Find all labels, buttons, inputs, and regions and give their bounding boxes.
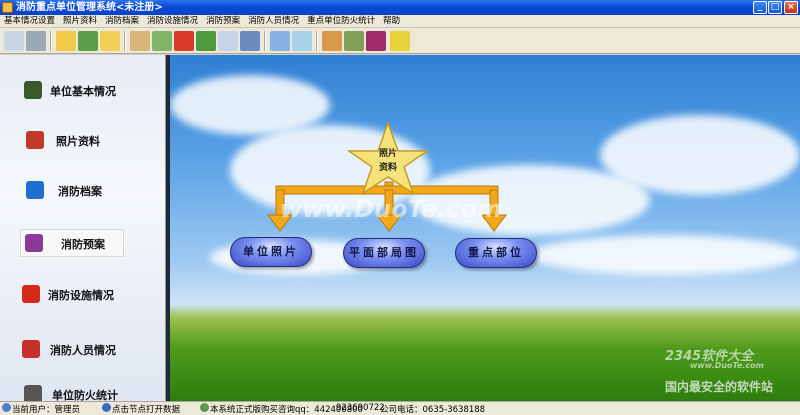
- status-bar: 当前用户：管理员 点击节点打开数据 本系统正式版购买咨询qq：442400800…: [0, 401, 800, 415]
- calculator-icon[interactable]: [344, 31, 364, 51]
- sidebar-item-label: 单位基本情况: [50, 85, 116, 98]
- sidebar-item-photos[interactable]: 照片资料: [0, 127, 165, 155]
- root-node-line2: 资料: [379, 161, 397, 173]
- book-icon[interactable]: [78, 31, 98, 51]
- runner-icon[interactable]: [390, 31, 410, 51]
- folder-icon[interactable]: [56, 31, 76, 51]
- picture-icon[interactable]: [322, 31, 342, 51]
- sidebar-item-archives[interactable]: 消防档案: [0, 177, 165, 205]
- info-icon: [102, 403, 111, 412]
- rescue-icon[interactable]: [152, 31, 172, 51]
- menu-basic-settings[interactable]: 基本情况设置: [0, 15, 59, 27]
- node-key-areas[interactable]: 重点部位: [455, 238, 537, 268]
- notebook-icon[interactable]: [196, 31, 216, 51]
- menu-facilities[interactable]: 消防设施情况: [143, 15, 202, 27]
- status-hint: 点击节点打开数据: [112, 405, 181, 415]
- app-icon: [2, 2, 13, 13]
- print-icon[interactable]: [26, 31, 46, 51]
- toolbar-separator: [124, 31, 126, 51]
- certificate-icon[interactable]: [130, 31, 150, 51]
- watermark-duote: www.DuoTe.com: [280, 195, 502, 223]
- plan-icon: [25, 234, 43, 252]
- sidebar-item-unit-info[interactable]: 单位基本情况: [0, 77, 165, 105]
- root-node-line1: 照片: [379, 147, 397, 159]
- unit-info-icon: [24, 81, 42, 99]
- node-unit-photos[interactable]: 单位照片: [230, 237, 312, 267]
- toolbar-separator: [50, 31, 52, 51]
- menu-photos[interactable]: 照片资料: [59, 15, 101, 27]
- window-title: 消防重点单位管理系统<未注册>: [16, 2, 163, 13]
- toolbar-separator: [264, 31, 266, 51]
- status-phone: 公司电话：0635-3638188: [380, 405, 486, 415]
- maximize-button[interactable]: □: [768, 1, 782, 14]
- search-doc-icon[interactable]: [218, 31, 238, 51]
- minimize-button[interactable]: _: [753, 1, 767, 14]
- sidebar-item-label: 消防设施情况: [48, 289, 114, 302]
- firefighter-icon: [22, 340, 40, 358]
- sidebar-item-label: 消防档案: [58, 185, 102, 198]
- book-red-icon[interactable]: [366, 31, 386, 51]
- toolbar-separator: [316, 31, 318, 51]
- sidebar-item-label: 消防预案: [61, 238, 105, 251]
- menu-bar: 基本情况设置 照片资料 消防档案 消防设施情况 消防预案 消防人员情况 重点单位…: [0, 15, 800, 28]
- sidebar-item-label: 单位防火统计: [52, 389, 118, 401]
- main-canvas: 照片 资料 单位照片 平面部局图 重点部位 www.DuoTe.com 2345…: [170, 55, 800, 401]
- menu-help[interactable]: 帮助: [379, 15, 404, 27]
- umbrella-icon[interactable]: [174, 31, 194, 51]
- archive-icon: [26, 181, 44, 199]
- user-icon: [2, 403, 11, 412]
- brush-icon[interactable]: [240, 31, 260, 51]
- sidebar-item-plans[interactable]: 消防预案: [20, 229, 124, 257]
- sidebar-item-personnel[interactable]: 消防人员情况: [0, 336, 165, 364]
- menu-plans[interactable]: 消防预案: [202, 15, 244, 27]
- status-qq2: 923690722: [336, 403, 385, 413]
- menu-archives[interactable]: 消防档案: [101, 15, 143, 27]
- qq-icon: [200, 403, 209, 412]
- extinguisher-icon: [22, 285, 40, 303]
- glasses-icon[interactable]: [292, 31, 312, 51]
- sidebar-item-facilities[interactable]: 消防设施情况: [0, 281, 165, 309]
- watermark-slogan: 国内最安全的软件站: [665, 380, 774, 394]
- toolbar: [0, 28, 800, 54]
- statistics-icon: [24, 385, 42, 401]
- node-floor-plan[interactable]: 平面部局图: [343, 238, 425, 268]
- folder-open-icon[interactable]: [100, 31, 120, 51]
- exit-icon[interactable]: [4, 31, 24, 51]
- sidebar-item-statistics[interactable]: 单位防火统计: [0, 381, 165, 401]
- menu-personnel[interactable]: 消防人员情况: [244, 15, 303, 27]
- photo-icon: [26, 131, 44, 149]
- sidebar: 单位基本情况 照片资料 消防档案 消防预案 消防设施情况 消防人员情况 单位防火…: [0, 55, 166, 401]
- flashlight-icon[interactable]: [270, 31, 290, 51]
- watermark-brand-url: www.DuoTe.com: [690, 361, 764, 370]
- close-button[interactable]: ×: [784, 1, 798, 14]
- status-user: 当前用户：管理员: [12, 405, 81, 415]
- title-bar: 消防重点单位管理系统<未注册> _ □ ×: [0, 0, 800, 15]
- menu-statistics[interactable]: 重点单位防火统计: [303, 15, 379, 27]
- sidebar-item-label: 消防人员情况: [50, 344, 116, 357]
- sidebar-item-label: 照片资料: [56, 135, 100, 148]
